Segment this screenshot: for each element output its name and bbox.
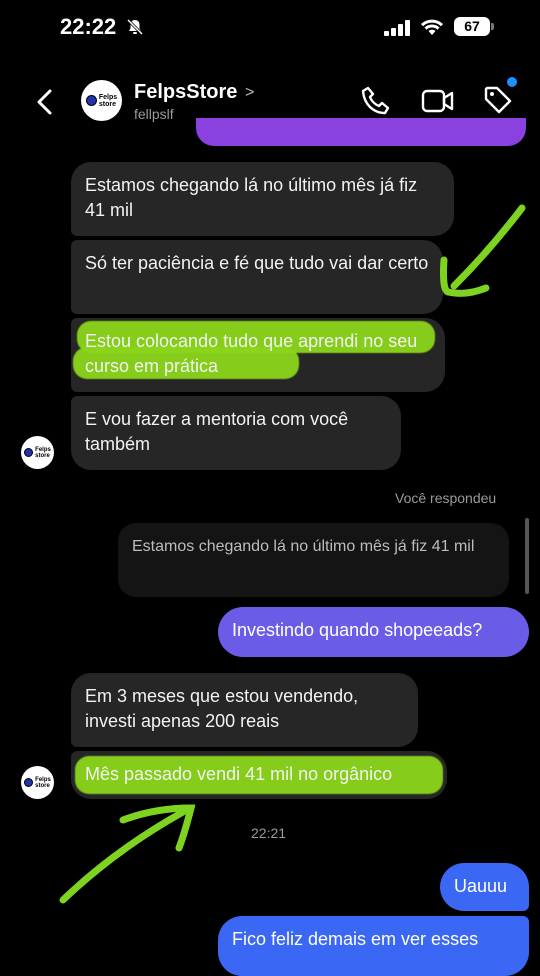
contact-handle: fellpslf — [134, 106, 174, 122]
logo-text-line2: store — [35, 782, 50, 789]
sender-avatar[interactable]: Felps store — [21, 436, 54, 469]
contact-name[interactable]: FelpsStore — [134, 81, 237, 104]
incoming-message[interactable]: Só ter paciência e fé que tudo vai dar c… — [71, 240, 443, 314]
outgoing-message[interactable]: Uauuu — [440, 863, 529, 911]
message-text: Em 3 meses que estou vendendo, investi a… — [85, 686, 359, 731]
status-time: 22:22 — [60, 14, 117, 39]
outgoing-message[interactable]: Fico feliz demais em ver esses — [218, 916, 529, 976]
reply-label: Você respondeu — [395, 490, 497, 506]
logo-text-line1: Felps — [35, 446, 51, 453]
message-text: Estamos chegando lá no último mês já fiz… — [85, 175, 418, 220]
message-text: Fico feliz demais em ver esses — [232, 929, 479, 949]
outgoing-message[interactable]: Investindo quando shopeeads? — [218, 607, 529, 657]
tag-icon[interactable] — [482, 84, 514, 116]
logo-text-line2: store — [35, 452, 50, 459]
incoming-message[interactable]: Mês passado vendi 41 mil no orgânico — [71, 751, 447, 799]
outgoing-bubble-partial — [196, 118, 526, 146]
wifi-icon — [421, 19, 443, 35]
message-text: Uauuu — [454, 876, 508, 896]
quoted-text: Estamos chegando lá no último mês já fiz… — [132, 538, 475, 555]
message-text: Mês passado vendi 41 mil no orgânico — [85, 764, 393, 784]
notification-dot — [507, 77, 517, 87]
green-arrow-annotation — [440, 204, 526, 297]
phone-icon[interactable] — [360, 85, 392, 117]
sender-avatar[interactable]: Felps store — [21, 766, 54, 799]
video-camera-icon[interactable] — [421, 86, 455, 116]
message-text: Investindo quando shopeeads? — [232, 620, 483, 640]
quoted-reply[interactable]: Estamos chegando lá no último mês já fiz… — [118, 523, 509, 597]
back-chevron-icon[interactable] — [34, 88, 56, 116]
message-text: Só ter paciência e fé que tudo vai dar c… — [85, 253, 429, 273]
profile-avatar[interactable]: Felps store — [81, 80, 122, 121]
battery-tip — [491, 23, 494, 30]
bell-slash-icon — [126, 18, 144, 36]
logo-text-line1: Felps — [35, 776, 51, 783]
chevron-right-icon[interactable]: > — [245, 84, 254, 102]
signal-icon — [384, 20, 410, 36]
incoming-message[interactable]: E vou fazer a mentoria com você também — [71, 396, 401, 470]
scrollbar[interactable] — [525, 518, 529, 594]
message-text: E vou fazer a mentoria com você também — [85, 409, 349, 454]
incoming-message[interactable]: Estou colocando tudo que aprendi no seu … — [71, 318, 445, 392]
battery-indicator: 67 — [454, 17, 490, 36]
timestamp: 22:21 — [251, 825, 287, 841]
logo-text-line1: Felps — [98, 93, 118, 101]
incoming-message[interactable]: Em 3 meses que estou vendendo, investi a… — [71, 673, 418, 747]
incoming-message[interactable]: Estamos chegando lá no último mês já fiz… — [71, 162, 454, 236]
green-arrow-annotation — [59, 804, 196, 904]
logo-text-line2: store — [98, 100, 116, 108]
